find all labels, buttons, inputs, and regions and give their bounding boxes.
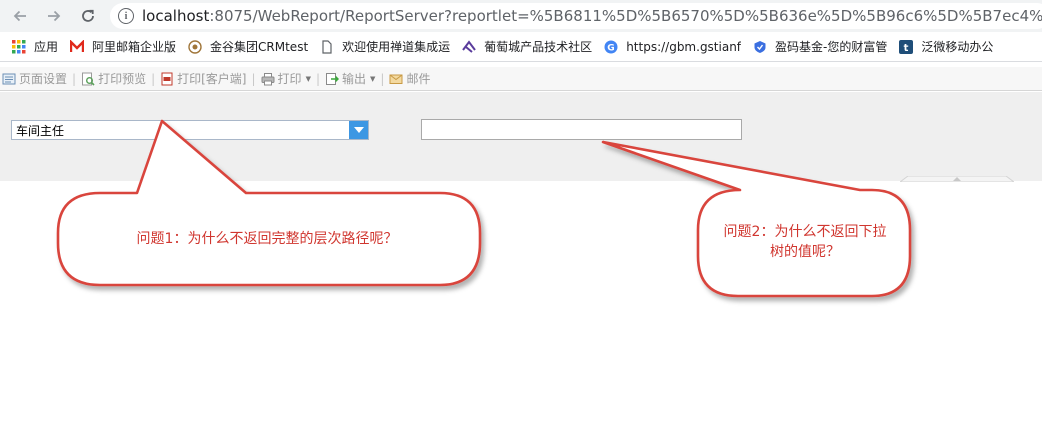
mail-icon	[389, 74, 403, 84]
combobox-dropdown-button[interactable]	[349, 121, 368, 139]
svg-text:t: t	[904, 43, 909, 54]
site-info-icon[interactable]: i	[118, 8, 134, 24]
bookmarks-bar: 应用 阿里邮箱企业版 金谷集团CRMtest 欢迎使用禅道集成运 葡萄城产品技术社区 Gh…	[0, 32, 1042, 62]
apps-grid-icon	[12, 39, 26, 54]
grapecity-logo-icon	[462, 39, 476, 54]
page-icon	[320, 39, 334, 54]
arrow-left-icon	[13, 10, 26, 22]
print-menu-button[interactable]: 打印 ▼	[259, 70, 313, 87]
export-label: 输出	[342, 72, 367, 86]
panel-collapse-handle[interactable]	[900, 176, 1014, 182]
bookmark-item[interactable]: 金谷集团CRMtest	[176, 32, 309, 61]
bookmark-item[interactable]: 阿里邮箱企业版	[58, 32, 177, 61]
annotation-question-2-text: 问题2：为什么不返回下拉树的值呢？	[723, 224, 887, 260]
print-preview-button[interactable]: 打印预览	[79, 70, 148, 87]
back-button[interactable]	[8, 4, 32, 28]
caret-down-icon: ▼	[370, 74, 376, 83]
export-icon	[326, 72, 339, 85]
bookmark-item[interactable]: 欢迎使用禅道集成运	[308, 32, 451, 61]
print-client-label: 打印[客户端]	[177, 72, 247, 86]
address-bar[interactable]: i localhost:8075/WebReport/ReportServer?…	[110, 3, 1042, 29]
pdf-print-icon	[161, 72, 173, 85]
bookmark-label: https://gbm.gstianf	[626, 39, 742, 54]
bookmark-label: 应用	[34, 40, 59, 54]
print-preview-icon	[82, 72, 95, 86]
forward-button[interactable]	[42, 4, 66, 28]
annotation-question-1: 问题1：为什么不返回完整的层次路径呢？	[136, 231, 398, 247]
mail-m-icon	[70, 39, 85, 54]
print-label: 打印	[277, 72, 302, 86]
mail-button[interactable]: 邮件	[387, 70, 432, 87]
export-menu-button[interactable]: 输出 ▼	[323, 70, 377, 87]
printer-icon	[261, 72, 275, 85]
annotation-layer	[56, 119, 912, 298]
bookmark-item[interactable]: Ghttps://gbm.gstianf	[592, 32, 742, 61]
arrow-right-icon	[48, 10, 61, 22]
caret-down-icon: ▼	[305, 74, 311, 83]
print-client-button[interactable]: 打印[客户端]	[158, 70, 248, 87]
annotation-question-2: 问题2：为什么不返回下拉树的值呢？	[700, 222, 910, 262]
reload-button[interactable]	[76, 4, 100, 28]
page-setup-label: 页面设置	[19, 72, 68, 86]
print-preview-label: 打印预览	[98, 72, 147, 86]
position-combobox-value: 车间主任	[16, 123, 65, 138]
toolbar-divider: |	[251, 71, 256, 86]
bookmark-label: 葡萄城产品技术社区	[484, 40, 593, 54]
bookmark-label: 阿里邮箱企业版	[92, 40, 177, 54]
parameter-panel: 车间主任	[0, 92, 1042, 182]
bookmark-item[interactable]: 应用	[0, 32, 59, 61]
bookmark-item[interactable]: 盈码基金-您的财富管	[741, 32, 888, 61]
bookmark-item[interactable]: t 泛微移动办公	[887, 32, 994, 61]
triangle-down-icon	[353, 127, 364, 133]
mail-label: 邮件	[406, 72, 431, 86]
position-combobox[interactable]: 车间主任	[11, 120, 369, 140]
bookmark-item[interactable]: 葡萄城产品技术社区	[450, 32, 593, 61]
page-setup-button[interactable]: 页面设置	[0, 70, 69, 87]
jingu-logo-icon	[188, 39, 202, 54]
bookmark-label: 金谷集团CRMtest	[210, 40, 309, 54]
dropdown-tree-input[interactable]	[421, 119, 742, 140]
bookmark-label: 欢迎使用禅道集成运	[342, 40, 451, 54]
bookmark-label: 盈码基金-您的财富管	[775, 40, 888, 54]
toolbar-divider: |	[72, 71, 77, 86]
toolbar-divider: |	[315, 71, 320, 86]
toolbar-divider: |	[151, 71, 156, 86]
reload-icon	[82, 9, 94, 22]
google-g-icon: G	[604, 40, 618, 54]
bookmark-label: 泛微移动办公	[921, 40, 994, 54]
page-setup-icon	[2, 73, 16, 84]
report-toolbar: 页面设置 | 打印预览 | 打印[客户端] | 打印 ▼ | 输出 ▼ | 邮件	[0, 67, 1042, 91]
browser-address-row: i localhost:8075/WebReport/ReportServer?…	[0, 0, 1042, 32]
svg-text:G: G	[607, 43, 614, 53]
t-logo-icon: t	[899, 39, 914, 54]
toolbar-divider: |	[380, 71, 385, 86]
url-path: :8075/WebReport/ReportServer?reportlet=%…	[209, 7, 1042, 25]
shield-logo-icon	[753, 40, 767, 54]
url-host: localhost	[142, 7, 210, 25]
